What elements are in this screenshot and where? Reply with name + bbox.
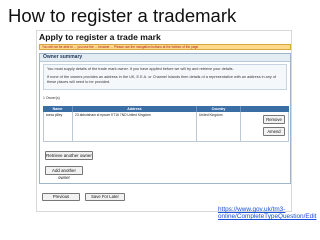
add-another-owner-button[interactable]: Add another owner <box>45 166 83 180</box>
owner-summary-panel: Owner summary You must supply details of… <box>39 53 291 184</box>
owner-name-cell: sonia pilley <box>43 112 73 142</box>
table-row: sonia pilley 23 abbotsham st epsom KT16 … <box>43 112 289 142</box>
retrieve-another-owner-button[interactable]: Retrieve another owner <box>45 151 93 160</box>
source-url-link[interactable]: https://www.gov.uk/tm3- online/CompleteT… <box>218 206 318 220</box>
amend-button[interactable]: Amend <box>263 127 285 136</box>
owner-address-cell: 23 abbotsham st epsom KT16 7ND United Ki… <box>73 112 197 142</box>
panel-header: Owner summary <box>40 54 290 62</box>
page-heading: Apply to register a trade mark <box>39 32 161 42</box>
warning-notice: You will not be able to ... you use the … <box>39 44 291 50</box>
owner-country-cell: United Kingdom <box>197 112 241 142</box>
info-box: You must supply details of the trade mar… <box>43 64 287 90</box>
save-for-later-button[interactable]: Save For Later <box>85 193 125 201</box>
owner-actions-cell: Remove Amend <box>241 112 289 142</box>
previous-button[interactable]: Previous <box>42 193 80 201</box>
screenshot-frame: Apply to register a trade mark You will … <box>36 30 292 212</box>
info-text-1: You must supply details of the trade mar… <box>47 67 234 71</box>
owners-count: 1 Owner(s) <box>43 96 60 100</box>
remove-button[interactable]: Remove <box>263 115 285 124</box>
url-line-2: online/CompleteTypeQuestion/Edit <box>218 213 317 221</box>
slide-title: How to register a trademark <box>8 5 237 26</box>
info-text-2: If none of the owners provides an addres… <box>47 74 277 84</box>
owners-table: Name Address Country sonia pilley 23 abb… <box>43 106 289 142</box>
url-line-1: https://www.gov.uk/tm3- <box>218 206 286 213</box>
